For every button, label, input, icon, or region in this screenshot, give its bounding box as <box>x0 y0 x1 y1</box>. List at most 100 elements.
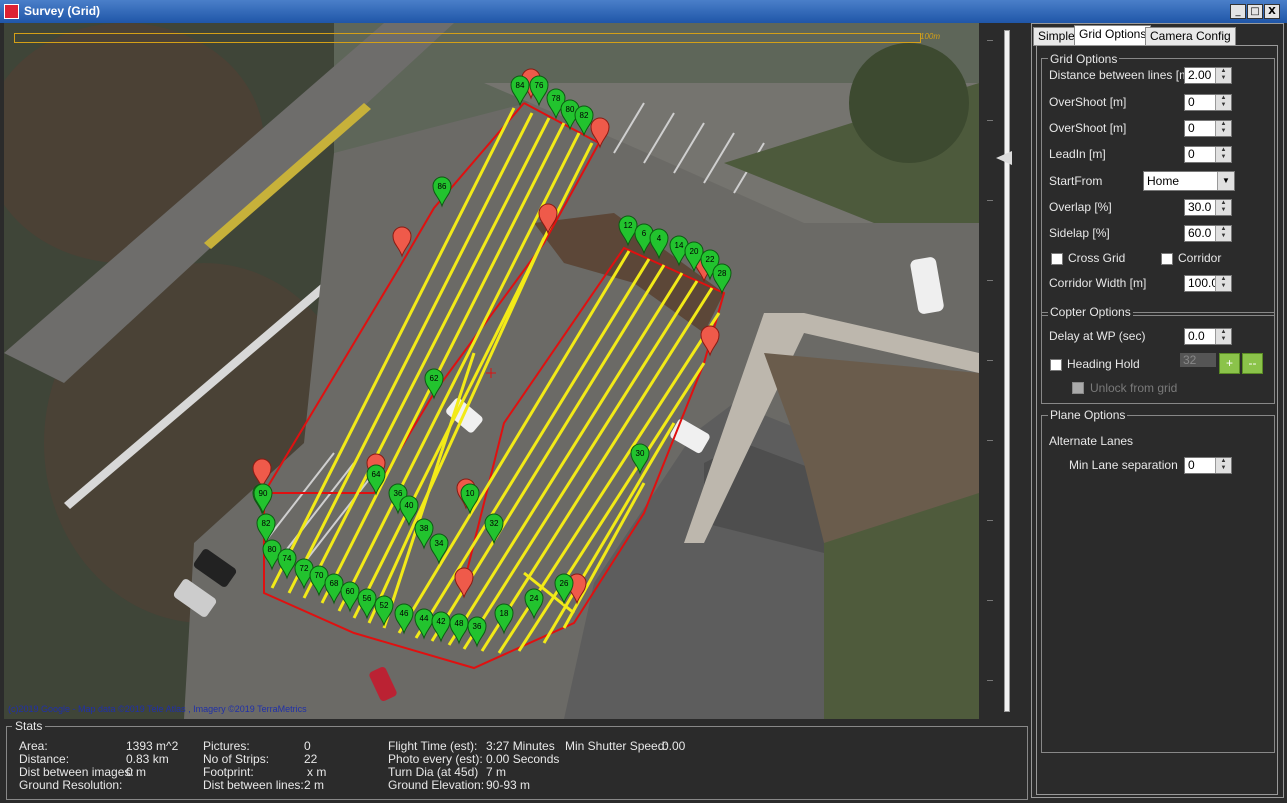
distance-label: Distance: <box>19 752 70 766</box>
cross-grid-checkbox[interactable] <box>1051 253 1063 265</box>
grid-options-legend: Grid Options <box>1048 52 1120 66</box>
waypoint-number: 30 <box>636 449 645 458</box>
unlock-grid-checkbox[interactable] <box>1072 382 1084 394</box>
distance-lines-stepper[interactable]: 2.00 ▲ ▼ <box>1184 67 1232 84</box>
zoom-tick <box>987 600 993 601</box>
grid-options-page: Grid Options Distance between lines [m] … <box>1036 45 1278 795</box>
waypoint-number: 6 <box>642 229 647 238</box>
leadin-stepper[interactable]: 0 ▲ ▼ <box>1184 146 1232 163</box>
corridor-label: Corridor <box>1178 251 1222 265</box>
scale-label: 100m <box>920 32 941 41</box>
waypoint-number: 78 <box>552 94 561 103</box>
area-value: 1393 m^2 <box>126 739 179 753</box>
close-button[interactable]: X <box>1264 4 1280 19</box>
tab-grid-options[interactable]: Grid Options <box>1074 25 1152 46</box>
overlap-stepper[interactable]: 30.0 ▲ ▼ <box>1184 199 1232 216</box>
shutter-label: Min Shutter Speed: <box>565 739 668 753</box>
startfrom-label: StartFrom <box>1049 174 1103 188</box>
zoom-slider-thumb[interactable] <box>996 151 1012 165</box>
zoom-slider-track[interactable] <box>1004 30 1010 712</box>
leadin-label: LeadIn [m] <box>1049 147 1106 161</box>
delay-stepper[interactable]: 0.0 ▲ ▼ <box>1184 328 1232 345</box>
dist-images-label: Dist between images: <box>19 765 134 779</box>
dist-lines-label: Dist between lines: <box>203 778 304 792</box>
overshoot2-stepper[interactable]: 0 ▲ ▼ <box>1184 120 1232 137</box>
corridor-width-stepper[interactable]: 100.0 ▲ ▼ <box>1184 275 1232 292</box>
overshoot1-label: OverShoot [m] <box>1049 95 1127 109</box>
stats-legend: Stats <box>12 719 46 733</box>
waypoint-number: 36 <box>394 489 403 498</box>
waypoint-number: 56 <box>363 594 372 603</box>
window-title: Survey (Grid) <box>24 4 101 18</box>
waypoint-number: 18 <box>500 609 509 618</box>
corridor-width-label: Corridor Width [m] <box>1049 276 1147 290</box>
turn-dia-label: Turn Dia (at 45d) <box>388 765 479 779</box>
corridor-checkbox[interactable] <box>1161 253 1173 265</box>
waypoint-number: 36 <box>473 622 482 631</box>
waypoint-number: 28 <box>718 269 727 278</box>
waypoint-number: 38 <box>420 524 429 533</box>
waypoint-number: 46 <box>400 609 409 618</box>
maximize-button[interactable]: □ <box>1247 4 1263 19</box>
startfrom-select[interactable]: Home ▼ <box>1143 171 1235 191</box>
heading-hold-label: Heading Hold <box>1067 357 1140 371</box>
title-bar: Survey (Grid) _ □ X <box>0 0 1287 23</box>
tab-simple[interactable]: Simple <box>1033 27 1080 46</box>
waypoint-number: 68 <box>330 579 339 588</box>
zoom-tick <box>987 440 993 441</box>
overshoot1-stepper[interactable]: 0 ▲ ▼ <box>1184 94 1232 111</box>
strips-value: 22 <box>304 752 318 766</box>
waypoint-number: 44 <box>420 614 429 623</box>
waypoint-number: 14 <box>675 241 684 250</box>
map-attribution: (c)2019 Google - Map data ©2019 Tele Atl… <box>8 704 307 714</box>
zoom-tick <box>987 280 993 281</box>
cross-grid-label: Cross Grid <box>1068 251 1126 265</box>
tab-camera-config[interactable]: Camera Config <box>1145 27 1236 46</box>
waypoint-number: 20 <box>690 247 699 256</box>
unlock-grid-label: Unlock from grid <box>1090 381 1178 395</box>
footprint-value: x m <box>307 765 327 779</box>
waypoint-number: 4 <box>657 234 662 243</box>
zoom-tick <box>987 680 993 681</box>
waypoint-number: 26 <box>560 579 569 588</box>
overlap-label: Overlap [%] <box>1049 200 1112 214</box>
heading-minus-button[interactable]: -- <box>1242 353 1263 374</box>
waypoint-number: 84 <box>516 81 525 90</box>
waypoint-number: 74 <box>283 554 292 563</box>
waypoint-number: 90 <box>259 489 268 498</box>
minimize-button[interactable]: _ <box>1230 4 1246 19</box>
plane-options-legend: Plane Options <box>1048 408 1128 422</box>
zoom-tick <box>987 360 993 361</box>
settings-panel: Simple Grid Options Camera Config Grid O… <box>1031 23 1284 798</box>
waypoint-number: 82 <box>262 519 271 528</box>
dist-images-value: 0 m <box>126 765 147 779</box>
photo-every-label: Photo every (est): <box>388 752 483 766</box>
heading-plus-button[interactable]: + <box>1219 353 1240 374</box>
pictures-value: 0 <box>304 739 311 753</box>
shutter-value: 0.00 <box>662 739 686 753</box>
waypoint-number: 86 <box>438 182 447 191</box>
zoom-tick <box>987 200 993 201</box>
flight-time-value: 3:27 Minutes <box>486 739 555 753</box>
zoom-tick <box>987 120 993 121</box>
photo-every-value: 0.00 Seconds <box>486 752 560 766</box>
ground-elev-value: 90-93 m <box>486 778 531 792</box>
heading-hold-checkbox[interactable] <box>1050 359 1062 371</box>
ground-elev-label: Ground Elevation: <box>388 778 485 792</box>
distance-value: 0.83 km <box>126 752 169 766</box>
map-view[interactable]: 8476788082868862126414202228643640383410… <box>4 23 979 719</box>
sidelap-stepper[interactable]: 60.0 ▲ ▼ <box>1184 225 1232 242</box>
satellite-imagery: 8476788082868862126414202228643640383410… <box>4 23 979 719</box>
overshoot2-label: OverShoot [m] <box>1049 121 1127 135</box>
dist-lines-value: 2 m <box>304 778 325 792</box>
scale-bar <box>14 33 921 43</box>
strips-label: No of Strips: <box>203 752 270 766</box>
min-lane-stepper[interactable]: 0 ▲ ▼ <box>1184 457 1232 474</box>
heading-value-input[interactable]: 32 <box>1180 353 1216 367</box>
zoom-tick <box>987 40 993 41</box>
chevron-down-icon[interactable]: ▼ <box>1217 172 1234 190</box>
zoom-tick <box>987 520 993 521</box>
area-label: Area: <box>19 739 48 753</box>
ground-res-label: Ground Resolution: <box>19 778 123 792</box>
waypoint-number: 10 <box>466 489 475 498</box>
